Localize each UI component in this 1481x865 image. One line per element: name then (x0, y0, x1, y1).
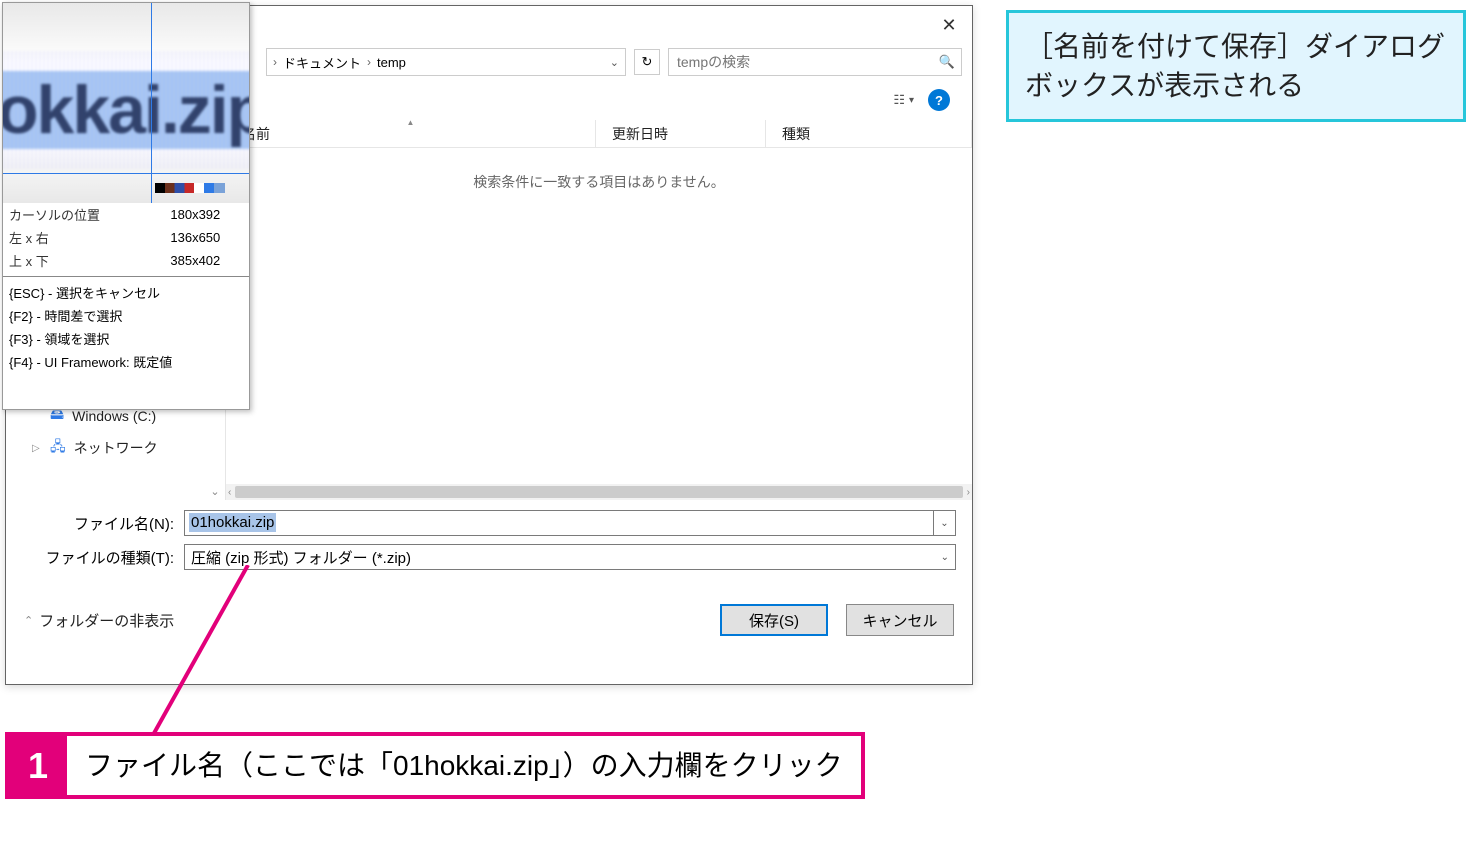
column-header-date[interactable]: 更新日時 (596, 120, 766, 147)
breadcrumb-dropdown-icon[interactable]: ⌄ (610, 56, 619, 69)
sidebar-item-label: Windows (C:) (72, 408, 156, 424)
magnifier-text: okkai.zip (3, 71, 249, 149)
breadcrumb-seg-temp[interactable]: temp (377, 55, 406, 70)
shortcut-line: {F3} - 領域を選択 (3, 327, 249, 350)
sidebar-item-label: ネットワーク (74, 438, 158, 458)
annotation-cyan: ［名前を付けて保存］ダイアログボックスが表示される (1006, 10, 1466, 122)
hide-folders-label: フォルダーの非表示 (39, 610, 174, 631)
shortcut-line: {F4} - UI Framework: 既定値 (3, 350, 249, 373)
list-view-icon: ☷ (893, 92, 905, 108)
action-row: ⌃ フォルダーの非表示 保存(S) キャンセル (6, 578, 972, 654)
filename-row: ファイル名(N): 01hokkai.zip ⌄ (22, 510, 956, 536)
color-swatches (155, 183, 225, 193)
help-button[interactable]: ? (928, 89, 950, 111)
filetype-select[interactable]: 圧縮 (zip 形式) フォルダー (*.zip) ⌄ (184, 544, 956, 570)
table-row: 上 x 下385x402 (3, 249, 249, 272)
network-icon: 🖧 (50, 436, 66, 460)
chevron-right-icon: › (367, 55, 371, 69)
snip-key: カーソルの位置 (3, 203, 130, 226)
search-icon[interactable]: 🔍 (939, 54, 955, 70)
chevron-right-icon: › (273, 55, 277, 69)
save-button[interactable]: 保存(S) (720, 604, 828, 636)
horizontal-scrollbar[interactable]: ‹ › (226, 484, 972, 500)
step-number: 1 (9, 736, 67, 795)
snip-val: 385x402 (130, 249, 249, 272)
filetype-label: ファイルの種類(T): (22, 547, 184, 568)
scroll-down-icon[interactable]: ⌄ (210, 485, 219, 498)
snip-info-table: カーソルの位置180x392 左 x 右136x650 上 x 下385x402 (3, 203, 249, 272)
hide-folders-toggle[interactable]: ⌃ フォルダーの非表示 (24, 610, 174, 631)
filetype-row: ファイルの種類(T): 圧縮 (zip 形式) フォルダー (*.zip) ⌄ (22, 544, 956, 570)
breadcrumb[interactable]: › ドキュメント › temp ⌄ (266, 48, 626, 76)
breadcrumb-seg-documents[interactable]: ドキュメント (283, 53, 361, 72)
close-button[interactable]: ✕ (926, 7, 972, 43)
filetype-value: 圧縮 (zip 形式) フォルダー (*.zip) (191, 547, 411, 568)
scroll-right-icon[interactable]: › (967, 487, 970, 498)
list-header: ▲ 名前 更新日時 種類 (226, 120, 972, 148)
view-options-button[interactable]: ☷ ▾ (893, 92, 914, 108)
snip-val: 136x650 (130, 226, 249, 249)
step-text: ファイル名（ここでは「01hokkai.zip」）の入力欄をクリック (67, 736, 861, 795)
sort-asc-icon: ▲ (407, 118, 415, 127)
search-input[interactable] (675, 53, 939, 71)
filename-selected-text: 01hokkai.zip (189, 513, 276, 532)
magnifier-preview: okkai.zip (3, 3, 249, 203)
snip-shortcuts: {ESC} - 選択をキャンセル {F2} - 時間差で選択 {F3} - 領域… (3, 281, 249, 373)
snipping-tool-overlay: okkai.zip カーソルの位置180x392 左 x 右136x650 上 … (2, 2, 250, 410)
snip-key: 左 x 右 (3, 226, 130, 249)
table-row: 左 x 右136x650 (3, 226, 249, 249)
filename-history-dropdown[interactable]: ⌄ (934, 510, 956, 536)
scroll-left-icon[interactable]: ‹ (228, 487, 231, 498)
refresh-button[interactable]: ↻ (634, 49, 660, 75)
chevron-up-icon: ⌃ (24, 614, 33, 627)
form-area: ファイル名(N): 01hokkai.zip ⌄ ファイルの種類(T): 圧縮 … (6, 500, 972, 570)
snip-val: 180x392 (130, 203, 249, 226)
filename-label: ファイル名(N): (22, 513, 184, 534)
dropdown-caret-icon: ▾ (909, 95, 914, 106)
table-row: カーソルの位置180x392 (3, 203, 249, 226)
empty-message: 検索条件に一致する項目はありません。 (226, 148, 972, 192)
annotation-step-1: 1 ファイル名（ここでは「01hokkai.zip」）の入力欄をクリック (5, 732, 865, 799)
search-box[interactable]: 🔍 (668, 48, 962, 76)
snip-key: 上 x 下 (3, 249, 130, 272)
scroll-thumb[interactable] (235, 486, 962, 498)
dropdown-caret-icon: ⌄ (941, 552, 949, 563)
shortcut-line: {ESC} - 選択をキャンセル (3, 281, 249, 304)
filename-input[interactable]: 01hokkai.zip (184, 510, 934, 536)
crosshair-horizontal (3, 173, 249, 174)
file-list: ▲ 名前 更新日時 種類 検索条件に一致する項目はありません。 ‹ › (226, 120, 972, 500)
expand-caret-icon[interactable]: ▷ (32, 443, 40, 454)
cancel-button[interactable]: キャンセル (846, 604, 954, 636)
shortcut-line: {F2} - 時間差で選択 (3, 304, 249, 327)
column-header-type[interactable]: 種類 (766, 120, 972, 147)
sidebar-item-network[interactable]: ▷ 🖧 ネットワーク (6, 432, 225, 464)
column-header-name[interactable]: ▲ 名前 (226, 120, 596, 147)
